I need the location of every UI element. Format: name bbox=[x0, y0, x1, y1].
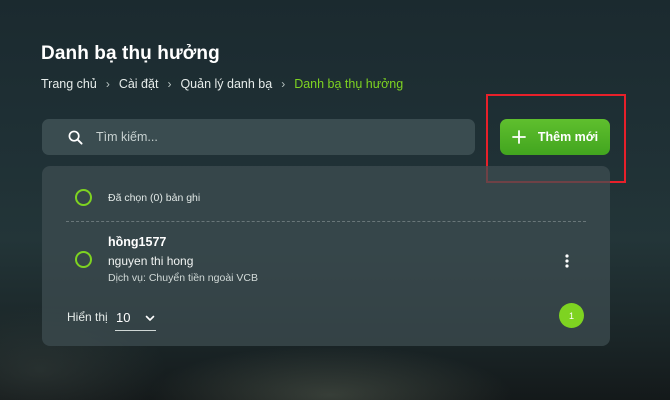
search-input[interactable] bbox=[96, 130, 436, 144]
breadcrumb-separator: › bbox=[105, 77, 110, 91]
breadcrumb: Trang chủ › Cài đặt › Quản lý danh bạ › … bbox=[41, 77, 403, 91]
list-divider bbox=[66, 221, 586, 222]
contact-name: nguyen thi hong bbox=[108, 254, 194, 268]
breadcrumb-contacts-management[interactable]: Quản lý danh bạ bbox=[180, 77, 272, 91]
page-title: Danh bạ thụ hưởng bbox=[41, 43, 220, 64]
selected-count: Đã chọn (0) bản ghi bbox=[108, 192, 201, 204]
contact-list-panel: Đã chọn (0) bản ghi hồng1577 nguyen thi … bbox=[42, 166, 610, 346]
search-box[interactable] bbox=[42, 119, 475, 155]
breadcrumb-home[interactable]: Trang chủ bbox=[41, 77, 97, 91]
more-vertical-icon bbox=[565, 254, 569, 268]
contact-service: Dịch vụ: Chuyển tiền ngoài VCB bbox=[108, 272, 258, 284]
select-all-radio[interactable] bbox=[75, 189, 92, 206]
more-options-button[interactable] bbox=[560, 252, 574, 270]
breadcrumb-settings[interactable]: Cài đặt bbox=[119, 77, 159, 91]
search-icon bbox=[68, 130, 83, 145]
breadcrumb-separator: › bbox=[281, 77, 286, 91]
breadcrumb-current: Danh bạ thụ hưởng bbox=[294, 77, 404, 91]
list-item-radio[interactable] bbox=[75, 251, 92, 268]
page-size-select[interactable]: 10 bbox=[115, 305, 156, 331]
page-size-value: 10 bbox=[116, 310, 131, 325]
chevron-down-icon bbox=[145, 315, 155, 321]
pagination-page-1[interactable]: 1 bbox=[559, 303, 584, 328]
page-size-label: Hiển thị bbox=[67, 310, 108, 324]
contact-alias: hồng1577 bbox=[108, 235, 167, 249]
breadcrumb-separator: › bbox=[167, 77, 172, 91]
